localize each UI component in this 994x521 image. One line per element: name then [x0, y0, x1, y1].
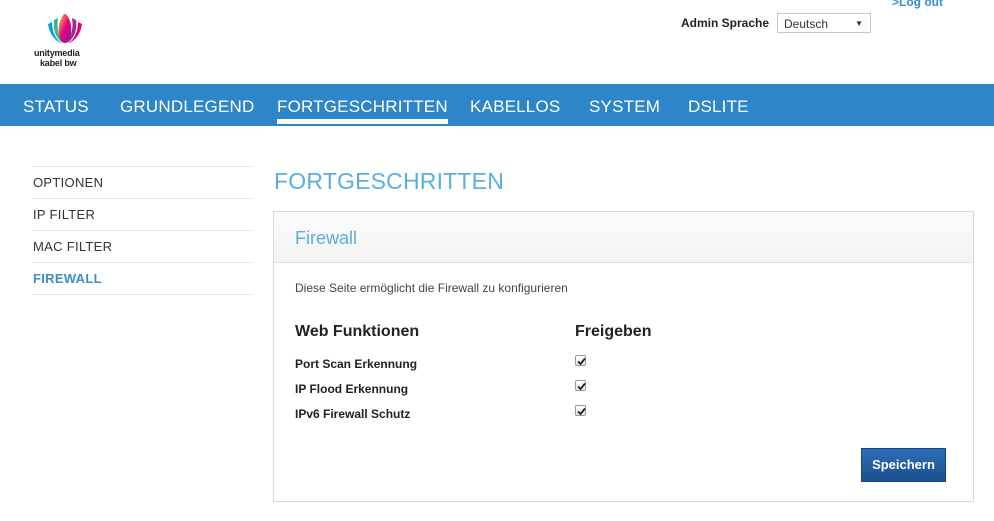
- column-header-enable: Freigeben: [575, 323, 652, 340]
- row-label-port-scan: Port Scan Erkennung: [295, 357, 418, 371]
- sidebar-item-mac-filter[interactable]: MAC FILTER: [33, 230, 253, 262]
- language-select[interactable]: Deutsch ▼: [777, 13, 871, 33]
- sidebar-item-optionen[interactable]: OPTIONEN: [33, 166, 253, 198]
- header: unitymedia kabel bw >Log out Admin Sprac…: [0, 0, 994, 84]
- firewall-panel: Firewall Diese Seite ermöglicht die Fire…: [273, 211, 974, 502]
- nav-kabellos[interactable]: KABELLOS: [470, 97, 560, 117]
- unitymedia-logo[interactable]: unitymedia kabel bw: [34, 10, 100, 76]
- nav-system[interactable]: SYSTEM: [589, 97, 660, 117]
- panel-title: Firewall: [295, 228, 358, 248]
- checkmark-icon: [577, 357, 586, 366]
- checkbox-port-scan[interactable]: [575, 355, 586, 366]
- logout-link[interactable]: >Log out: [892, 0, 943, 9]
- brand-line2: kabel bw: [40, 58, 77, 68]
- chevron-down-icon: ▼: [855, 19, 863, 28]
- column-header-functions: Web Funktionen: [295, 323, 420, 340]
- language-label: Admin Sprache: [681, 16, 770, 30]
- save-button[interactable]: Speichern: [861, 448, 946, 482]
- panel-header: [274, 212, 973, 263]
- row-label-ip-flood: IP Flood Erkennung: [295, 382, 409, 396]
- brand-text: unitymedia kabel bw: [34, 48, 100, 68]
- nav-fortgeschritten[interactable]: FORTGESCHRITTEN: [277, 97, 448, 124]
- nav-grundlegend[interactable]: GRUNDLEGEND: [120, 97, 254, 117]
- language-value: Deutsch: [784, 17, 829, 31]
- brand-line1: unitymedia: [34, 48, 80, 58]
- panel-description: Diese Seite ermöglicht die Firewall zu k…: [295, 281, 568, 295]
- main-nav: STATUS GRUNDLEGEND FORTGESCHRITTEN KABEL…: [0, 84, 994, 126]
- checkmark-icon: [577, 407, 586, 416]
- nav-status[interactable]: STATUS: [23, 97, 89, 117]
- sidebar-item-ip-filter[interactable]: IP FILTER: [33, 198, 253, 230]
- sidebar-item-firewall[interactable]: FIREWALL: [33, 262, 253, 295]
- checkmark-icon: [577, 382, 586, 391]
- row-label-ipv6-firewall: IPv6 Firewall Schutz: [295, 407, 411, 421]
- nav-dslite[interactable]: DSLITE: [688, 97, 749, 117]
- checkbox-ip-flood[interactable]: [575, 380, 586, 391]
- checkbox-ipv6-firewall[interactable]: [575, 405, 586, 416]
- page-title: FORTGESCHRITTEN: [274, 168, 505, 194]
- sidebar: OPTIONEN IP FILTER MAC FILTER FIREWALL: [33, 166, 253, 295]
- logo-icon: [48, 14, 82, 44]
